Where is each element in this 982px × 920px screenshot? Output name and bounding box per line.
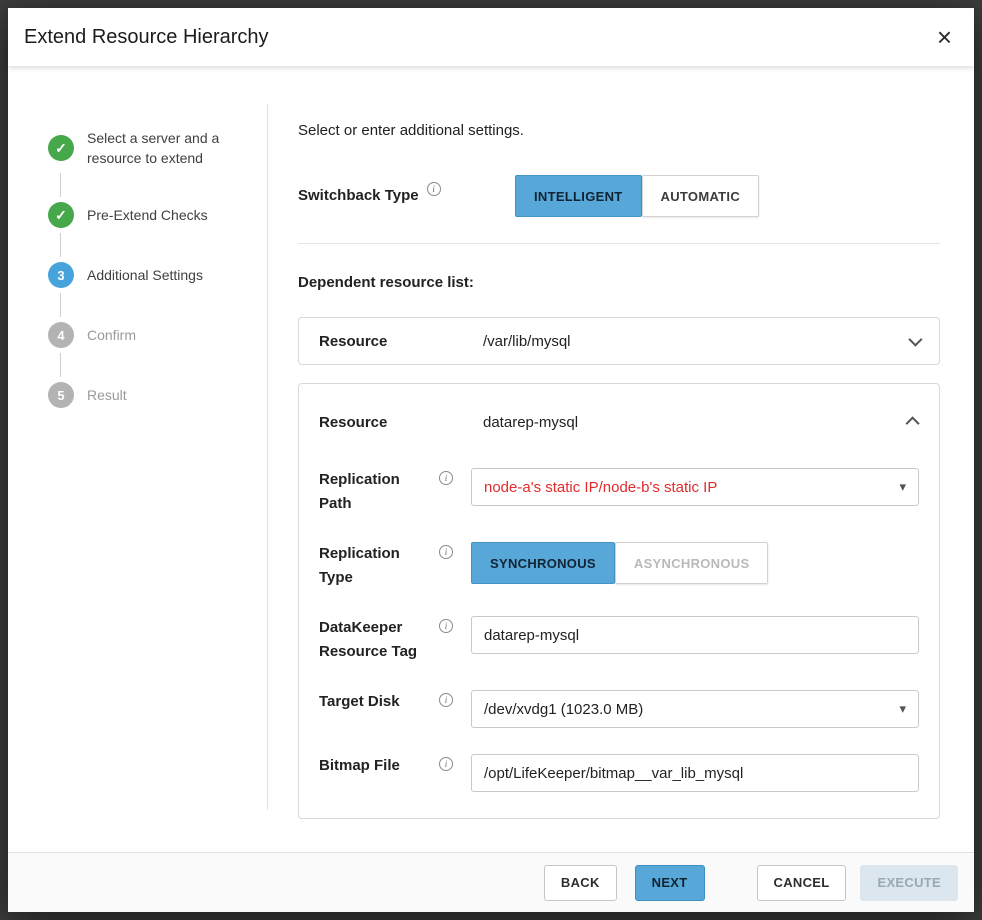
step-number-badge: 4 [48, 322, 74, 348]
bitmap-file-input[interactable] [471, 754, 919, 792]
replication-path-row: Replication Path i node-a's static IP/no… [319, 468, 919, 516]
step-label: Pre-Extend Checks [87, 205, 247, 225]
switchback-type-label-wrap: Switchback Type i [298, 184, 515, 208]
replication-path-value: node-a's static IP/node-b's static IP [484, 479, 891, 496]
close-icon[interactable]: × [933, 22, 956, 52]
target-disk-select[interactable]: /dev/xvdg1 (1023.0 MB) ▾ [471, 690, 919, 728]
step-additional-settings: 3 Additional Settings [48, 262, 267, 288]
step-result: 5 Result [48, 382, 267, 408]
target-disk-row: Target Disk i /dev/xvdg1 (1023.0 MB) ▾ [319, 690, 919, 728]
info-icon: i [439, 471, 453, 485]
dialog-body: ✓ Select a server and a resource to exte… [8, 66, 974, 852]
field-label: Bitmap File [319, 754, 431, 778]
dependent-resource-list-label: Dependent resource list: [298, 274, 940, 291]
resource-panel-header[interactable]: Resource datarep-mysql [319, 402, 919, 442]
step-connector [60, 353, 61, 377]
replication-path-select[interactable]: node-a's static IP/node-b's static IP ▾ [471, 468, 919, 506]
asynchronous-option[interactable]: ASYNCHRONOUS [615, 542, 769, 584]
resource-label: Resource [319, 333, 471, 350]
caret-down-icon: ▾ [899, 479, 906, 495]
automatic-option[interactable]: AUTOMATIC [642, 175, 760, 217]
bitmap-file-row: Bitmap File i [319, 754, 919, 792]
info-icon: i [439, 545, 453, 559]
info-icon: i [427, 182, 441, 196]
resource-panel-expanded: Resource datarep-mysql Replication Path … [298, 383, 940, 819]
field-label: Replication Type [319, 542, 431, 590]
resource-value: /var/lib/mysql [471, 333, 571, 350]
settings-content: Select or enter additional settings. Swi… [268, 66, 974, 852]
info-icon: i [439, 693, 453, 707]
replication-type-toggle: SYNCHRONOUS ASYNCHRONOUS [471, 542, 768, 584]
wizard-stepper: ✓ Select a server and a resource to exte… [8, 66, 267, 852]
back-button[interactable]: BACK [544, 865, 617, 901]
step-label: Select a server and a resource to extend [87, 128, 247, 168]
dialog-header: Extend Resource Hierarchy × [8, 8, 974, 66]
datakeeper-resource-tag-row: DataKeeper Resource Tag i [319, 616, 919, 664]
execute-button[interactable]: EXECUTE [860, 865, 958, 901]
replication-type-row: Replication Type i SYNCHRONOUS ASYNCHRON… [319, 542, 919, 590]
switchback-type-row: Switchback Type i INTELLIGENT AUTOMATIC [298, 175, 940, 217]
info-icon: i [439, 757, 453, 771]
cancel-button[interactable]: CANCEL [757, 865, 847, 901]
resource-value: datarep-mysql [471, 414, 578, 431]
step-connector [60, 233, 61, 257]
step-number-badge: 3 [48, 262, 74, 288]
dialog-footer: BACK NEXT CANCEL EXECUTE [8, 852, 974, 912]
field-label: Replication Path [319, 468, 431, 516]
step-done-check-icon: ✓ [48, 135, 74, 161]
step-select-server: ✓ Select a server and a resource to exte… [48, 128, 267, 168]
step-label: Result [87, 385, 247, 405]
section-divider [298, 243, 940, 244]
info-icon: i [439, 619, 453, 633]
page-backdrop: Extend Resource Hierarchy × ✓ Select a s… [0, 0, 982, 920]
switchback-type-label: Switchback Type [298, 184, 419, 208]
switchback-type-toggle: INTELLIGENT AUTOMATIC [515, 175, 759, 217]
target-disk-value: /dev/xvdg1 (1023.0 MB) [484, 701, 891, 718]
next-button[interactable]: NEXT [635, 865, 705, 901]
datakeeper-resource-tag-input[interactable] [471, 616, 919, 654]
chevron-down-icon [908, 333, 922, 347]
step-number-badge: 5 [48, 382, 74, 408]
caret-down-icon: ▾ [899, 701, 906, 717]
step-label: Confirm [87, 325, 247, 345]
intro-text: Select or enter additional settings. [298, 122, 940, 139]
resource-panel-collapsed[interactable]: Resource /var/lib/mysql [298, 317, 940, 365]
step-connector [60, 293, 61, 317]
step-connector [60, 173, 61, 197]
intelligent-option[interactable]: INTELLIGENT [515, 175, 642, 217]
step-confirm: 4 Confirm [48, 322, 267, 348]
resource-label: Resource [319, 414, 471, 431]
field-label: Target Disk [319, 690, 431, 714]
synchronous-option[interactable]: SYNCHRONOUS [471, 542, 615, 584]
step-pre-extend-checks: ✓ Pre-Extend Checks [48, 202, 267, 228]
extend-resource-hierarchy-dialog: Extend Resource Hierarchy × ✓ Select a s… [8, 8, 974, 912]
chevron-up-icon [906, 416, 920, 430]
step-done-check-icon: ✓ [48, 202, 74, 228]
field-label: DataKeeper Resource Tag [319, 616, 431, 664]
dialog-title: Extend Resource Hierarchy [24, 26, 269, 49]
step-label: Additional Settings [87, 265, 247, 285]
